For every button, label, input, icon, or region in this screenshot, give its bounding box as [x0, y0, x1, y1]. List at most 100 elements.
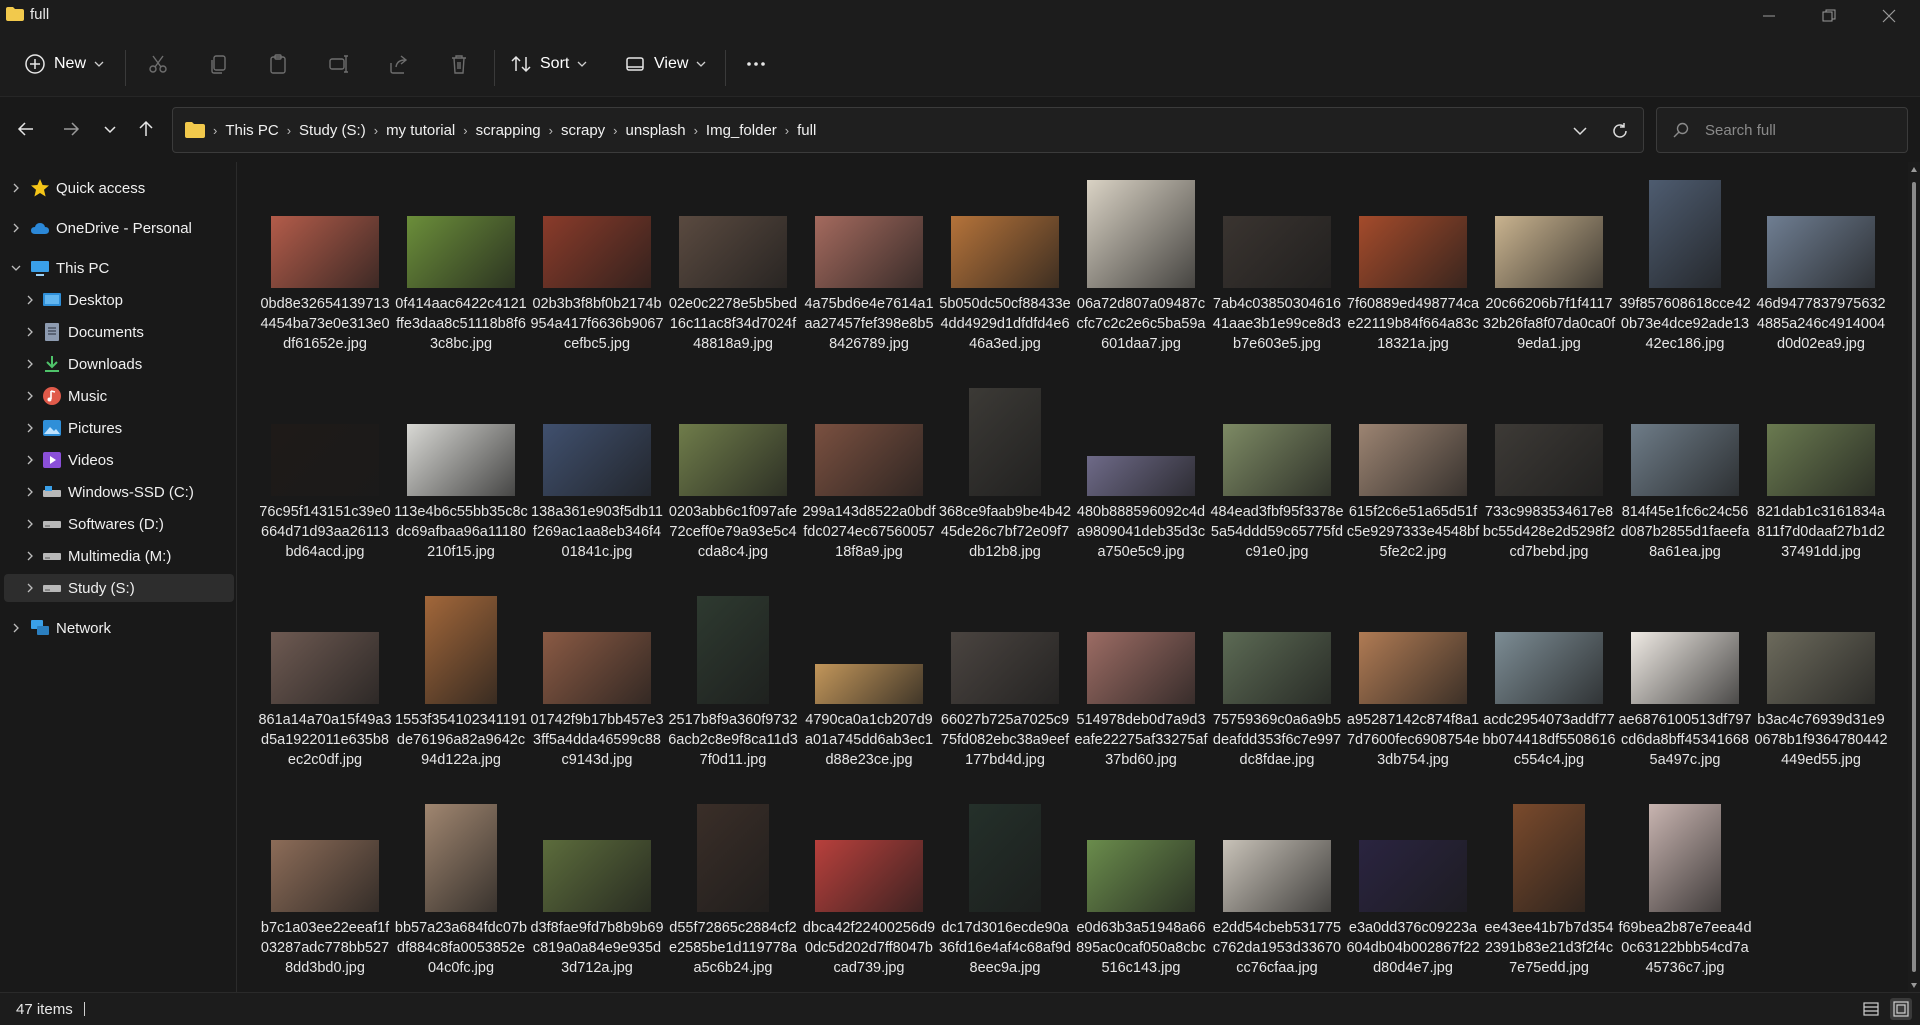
- forward-button[interactable]: [55, 113, 87, 145]
- sidebar-item-pictures[interactable]: Pictures: [4, 414, 234, 442]
- close-icon: [1882, 9, 1896, 23]
- file-item[interactable]: 138a361e903f5db11f269ac1aa8eb346f401841c…: [530, 370, 664, 575]
- sidebar-item-music[interactable]: Music: [4, 382, 234, 410]
- rename-button[interactable]: [324, 49, 354, 79]
- file-item[interactable]: 0203abb6c1f097afe72ceff0e79a93e5c4cda8c4…: [666, 370, 800, 575]
- sidebar-item-onedrive[interactable]: OneDrive - Personal: [4, 214, 234, 242]
- close-button[interactable]: [1859, 0, 1919, 32]
- file-item[interactable]: 1553f354102341191de76196a82a9642c94d122a…: [394, 578, 528, 783]
- refresh-button[interactable]: [1609, 120, 1631, 142]
- copy-button[interactable]: [204, 49, 234, 79]
- sidebar-item-downloads[interactable]: Downloads: [4, 350, 234, 378]
- file-item[interactable]: 4790ca0a1cb207d9a01a745dd6ab3ec1d88e23ce…: [802, 578, 936, 783]
- file-item[interactable]: 39f857608618cce420b73e4dce92ade1342ec186…: [1618, 162, 1752, 367]
- file-item[interactable]: 7f60889ed498774cae22119b84f664a83c18321a…: [1346, 162, 1480, 367]
- file-item[interactable]: 2517b8f9a360f97326acb2c8e9f8ca11d37f0d11…: [666, 578, 800, 783]
- view-button[interactable]: View: [624, 44, 706, 84]
- sidebar-item-multimedia[interactable]: Multimedia (M:): [4, 542, 234, 570]
- sidebar-item-this-pc[interactable]: This PC: [4, 254, 234, 282]
- file-item[interactable]: 821dab1c3161834a811f7d0daaf27b1d237491dd…: [1754, 370, 1888, 575]
- file-item[interactable]: b3ac4c76939d31e90678b1f9364780442449ed55…: [1754, 578, 1888, 783]
- up-button[interactable]: [130, 113, 162, 145]
- search-input[interactable]: [1705, 118, 1895, 142]
- file-item[interactable]: 484ead3fbf95f3378e5a54ddd59c65775fdc91e0…: [1210, 370, 1344, 575]
- restore-button[interactable]: [1799, 0, 1859, 32]
- file-item[interactable]: 814f45e1fc6c24c56d087b2855d1faeefa8a61ea…: [1618, 370, 1752, 575]
- file-item[interactable]: 0f414aac6422c4121ffe3daa8c51118b8f63c8bc…: [394, 162, 528, 367]
- more-options-button[interactable]: [741, 49, 771, 79]
- scroll-up-arrow[interactable]: [1911, 166, 1917, 172]
- file-item[interactable]: 368ce9faab9be4b4245de26c7bf72e09f7db12b8…: [938, 370, 1072, 575]
- file-item[interactable]: e3a0dd376c09223a604db04b002867f22d80d4e7…: [1346, 786, 1480, 991]
- search-box[interactable]: [1656, 107, 1908, 153]
- recent-locations-button[interactable]: [94, 113, 126, 145]
- sidebar-item-documents[interactable]: Documents: [4, 318, 234, 346]
- file-item[interactable]: 480b888596092c4da9809041deb35d3ca750e5c9…: [1074, 370, 1208, 575]
- breadcrumb-my-tutorial[interactable]: my tutorial: [386, 122, 455, 139]
- minimize-button[interactable]: [1739, 0, 1799, 32]
- breadcrumb-scrapping[interactable]: scrapping: [476, 122, 541, 139]
- file-item[interactable]: 76c95f143151c39e0664d71d93aa26113bd64acd…: [258, 370, 392, 575]
- file-item[interactable]: 4a75bd6e4e7614a1aa27457fef398e8b58426789…: [802, 162, 936, 367]
- breadcrumb-unsplash[interactable]: unsplash: [626, 122, 686, 139]
- file-item[interactable]: 113e4b6c55bb35c8cdc69afbaa96a11180210f15…: [394, 370, 528, 575]
- file-item[interactable]: f69bea2b87e7eea4d0c63122bbb54cd7a45736c7…: [1618, 786, 1752, 991]
- large-icons-view-button[interactable]: [1890, 998, 1912, 1020]
- file-item[interactable]: 01742f9b17bb457e33ff5a4dda46599c88c9143d…: [530, 578, 664, 783]
- file-item[interactable]: 299a143d8522a0bdffdc0274ec6756005718f8a9…: [802, 370, 936, 575]
- file-item[interactable]: dc17d3016ecde90a36fd16e4af4c68af9d8eec9a…: [938, 786, 1072, 991]
- file-item[interactable]: 75759369c0a6a9b5deafdd353f6c7e997dc8fdae…: [1210, 578, 1344, 783]
- new-label: New: [54, 55, 87, 72]
- file-item[interactable]: e0d63b3a51948a66895ac0caf050a8cbc516c143…: [1074, 786, 1208, 991]
- sidebar-item-videos[interactable]: Videos: [4, 446, 234, 474]
- file-item[interactable]: 46d94778379756324885a246c4914004d0d02ea9…: [1754, 162, 1888, 367]
- file-item[interactable]: d55f72865c2884cf2e2585be1d119778aa5c6b24…: [666, 786, 800, 991]
- breadcrumb-img-folder[interactable]: Img_folder: [706, 122, 777, 139]
- file-item[interactable]: a95287142c874f8a17d7600fec6908754e3db754…: [1346, 578, 1480, 783]
- breadcrumb-scrapy[interactable]: scrapy: [561, 122, 605, 139]
- file-item[interactable]: ee43ee41b7b7d3542391b83e21d3f2f4c7e75edd…: [1482, 786, 1616, 991]
- cut-button[interactable]: [143, 49, 173, 79]
- address-history-button[interactable]: [1569, 120, 1591, 142]
- delete-button[interactable]: [444, 49, 474, 79]
- address-bar[interactable]: › This PC › Study (S:) › my tutorial › s…: [172, 107, 1644, 153]
- image-thumbnail: [1087, 180, 1195, 288]
- sidebar-item-quick-access[interactable]: Quick access: [4, 174, 234, 202]
- back-button[interactable]: [10, 113, 42, 145]
- file-item[interactable]: 514978deb0d7a9d3eafe22275af33275af37bd60…: [1074, 578, 1208, 783]
- file-item[interactable]: 861a14a70a15f49a3d5a1922011e635b8ec2c0df…: [258, 578, 392, 783]
- paste-button[interactable]: [263, 49, 293, 79]
- share-button[interactable]: [384, 49, 414, 79]
- sidebar-item-softwares[interactable]: Softwares (D:): [4, 510, 234, 538]
- file-item[interactable]: bb57a23a684fdc07bdf884c8fa0053852e04c0fc…: [394, 786, 528, 991]
- file-item[interactable]: 20c66206b7f1f411732b26fa8f07da0ca0f9eda1…: [1482, 162, 1616, 367]
- file-item[interactable]: 615f2c6e51a65d51fc5e9297333e4548bf5fe2c2…: [1346, 370, 1480, 575]
- file-item[interactable]: 733c9983534617e8bc55d428e2d5298f2cd7bebd…: [1482, 370, 1616, 575]
- file-item[interactable]: 06a72d807a09487ccfc7c2c2e6c5ba59a601daa7…: [1074, 162, 1208, 367]
- scrollbar-thumb[interactable]: [1912, 182, 1916, 972]
- file-item[interactable]: e2dd54cbeb531775c762da1953d33670cc76cfaa…: [1210, 786, 1344, 991]
- file-item[interactable]: acdc2954073addf77bb074418df5508616c554c4…: [1482, 578, 1616, 783]
- new-button[interactable]: New: [24, 44, 104, 84]
- file-item[interactable]: dbca42f22400256d90dc5d202d7ff8047bcad739…: [802, 786, 936, 991]
- details-view-button[interactable]: [1860, 998, 1882, 1020]
- scroll-down-arrow[interactable]: [1911, 983, 1917, 988]
- sidebar-item-study[interactable]: Study (S:): [4, 574, 234, 602]
- file-item[interactable]: b7c1a03ee22eeaf1f03287adc778bb5278dd3bd0…: [258, 786, 392, 991]
- file-item[interactable]: ae6876100513df797cd6da8bff453416685a497c…: [1618, 578, 1752, 783]
- file-item[interactable]: 7ab4c0385030461641aae3b1e99ce8d3b7e603e5…: [1210, 162, 1344, 367]
- file-item[interactable]: d3f8fae9fd7b8b9b69c819a0a84e9e935d3d712a…: [530, 786, 664, 991]
- sidebar-item-desktop[interactable]: Desktop: [4, 286, 234, 314]
- breadcrumb-study[interactable]: Study (S:): [299, 122, 366, 139]
- file-item[interactable]: 0bd8e326541397134454ba73e0e313e0df61652e…: [258, 162, 392, 367]
- breadcrumb-full[interactable]: full: [797, 122, 816, 139]
- sidebar-item-network[interactable]: Network: [4, 614, 234, 642]
- file-item[interactable]: 66027b725a7025c975fd082ebc38a9eef177bd4d…: [938, 578, 1072, 783]
- file-item[interactable]: 02b3b3f8bf0b2174b954a417f6636b9067cefbc5…: [530, 162, 664, 367]
- file-item[interactable]: 5b050dc50cf88433e4dd4929d1dfdfd4e646a3ed…: [938, 162, 1072, 367]
- breadcrumb-this-pc[interactable]: This PC: [225, 122, 278, 139]
- vertical-scrollbar[interactable]: [1908, 162, 1920, 992]
- file-item[interactable]: 02e0c2278e5b5bed16c11ac8f34d7024f48818a9…: [666, 162, 800, 367]
- sort-button[interactable]: Sort: [510, 44, 587, 84]
- sidebar-item-windows-ssd[interactable]: Windows-SSD (C:): [4, 478, 234, 506]
